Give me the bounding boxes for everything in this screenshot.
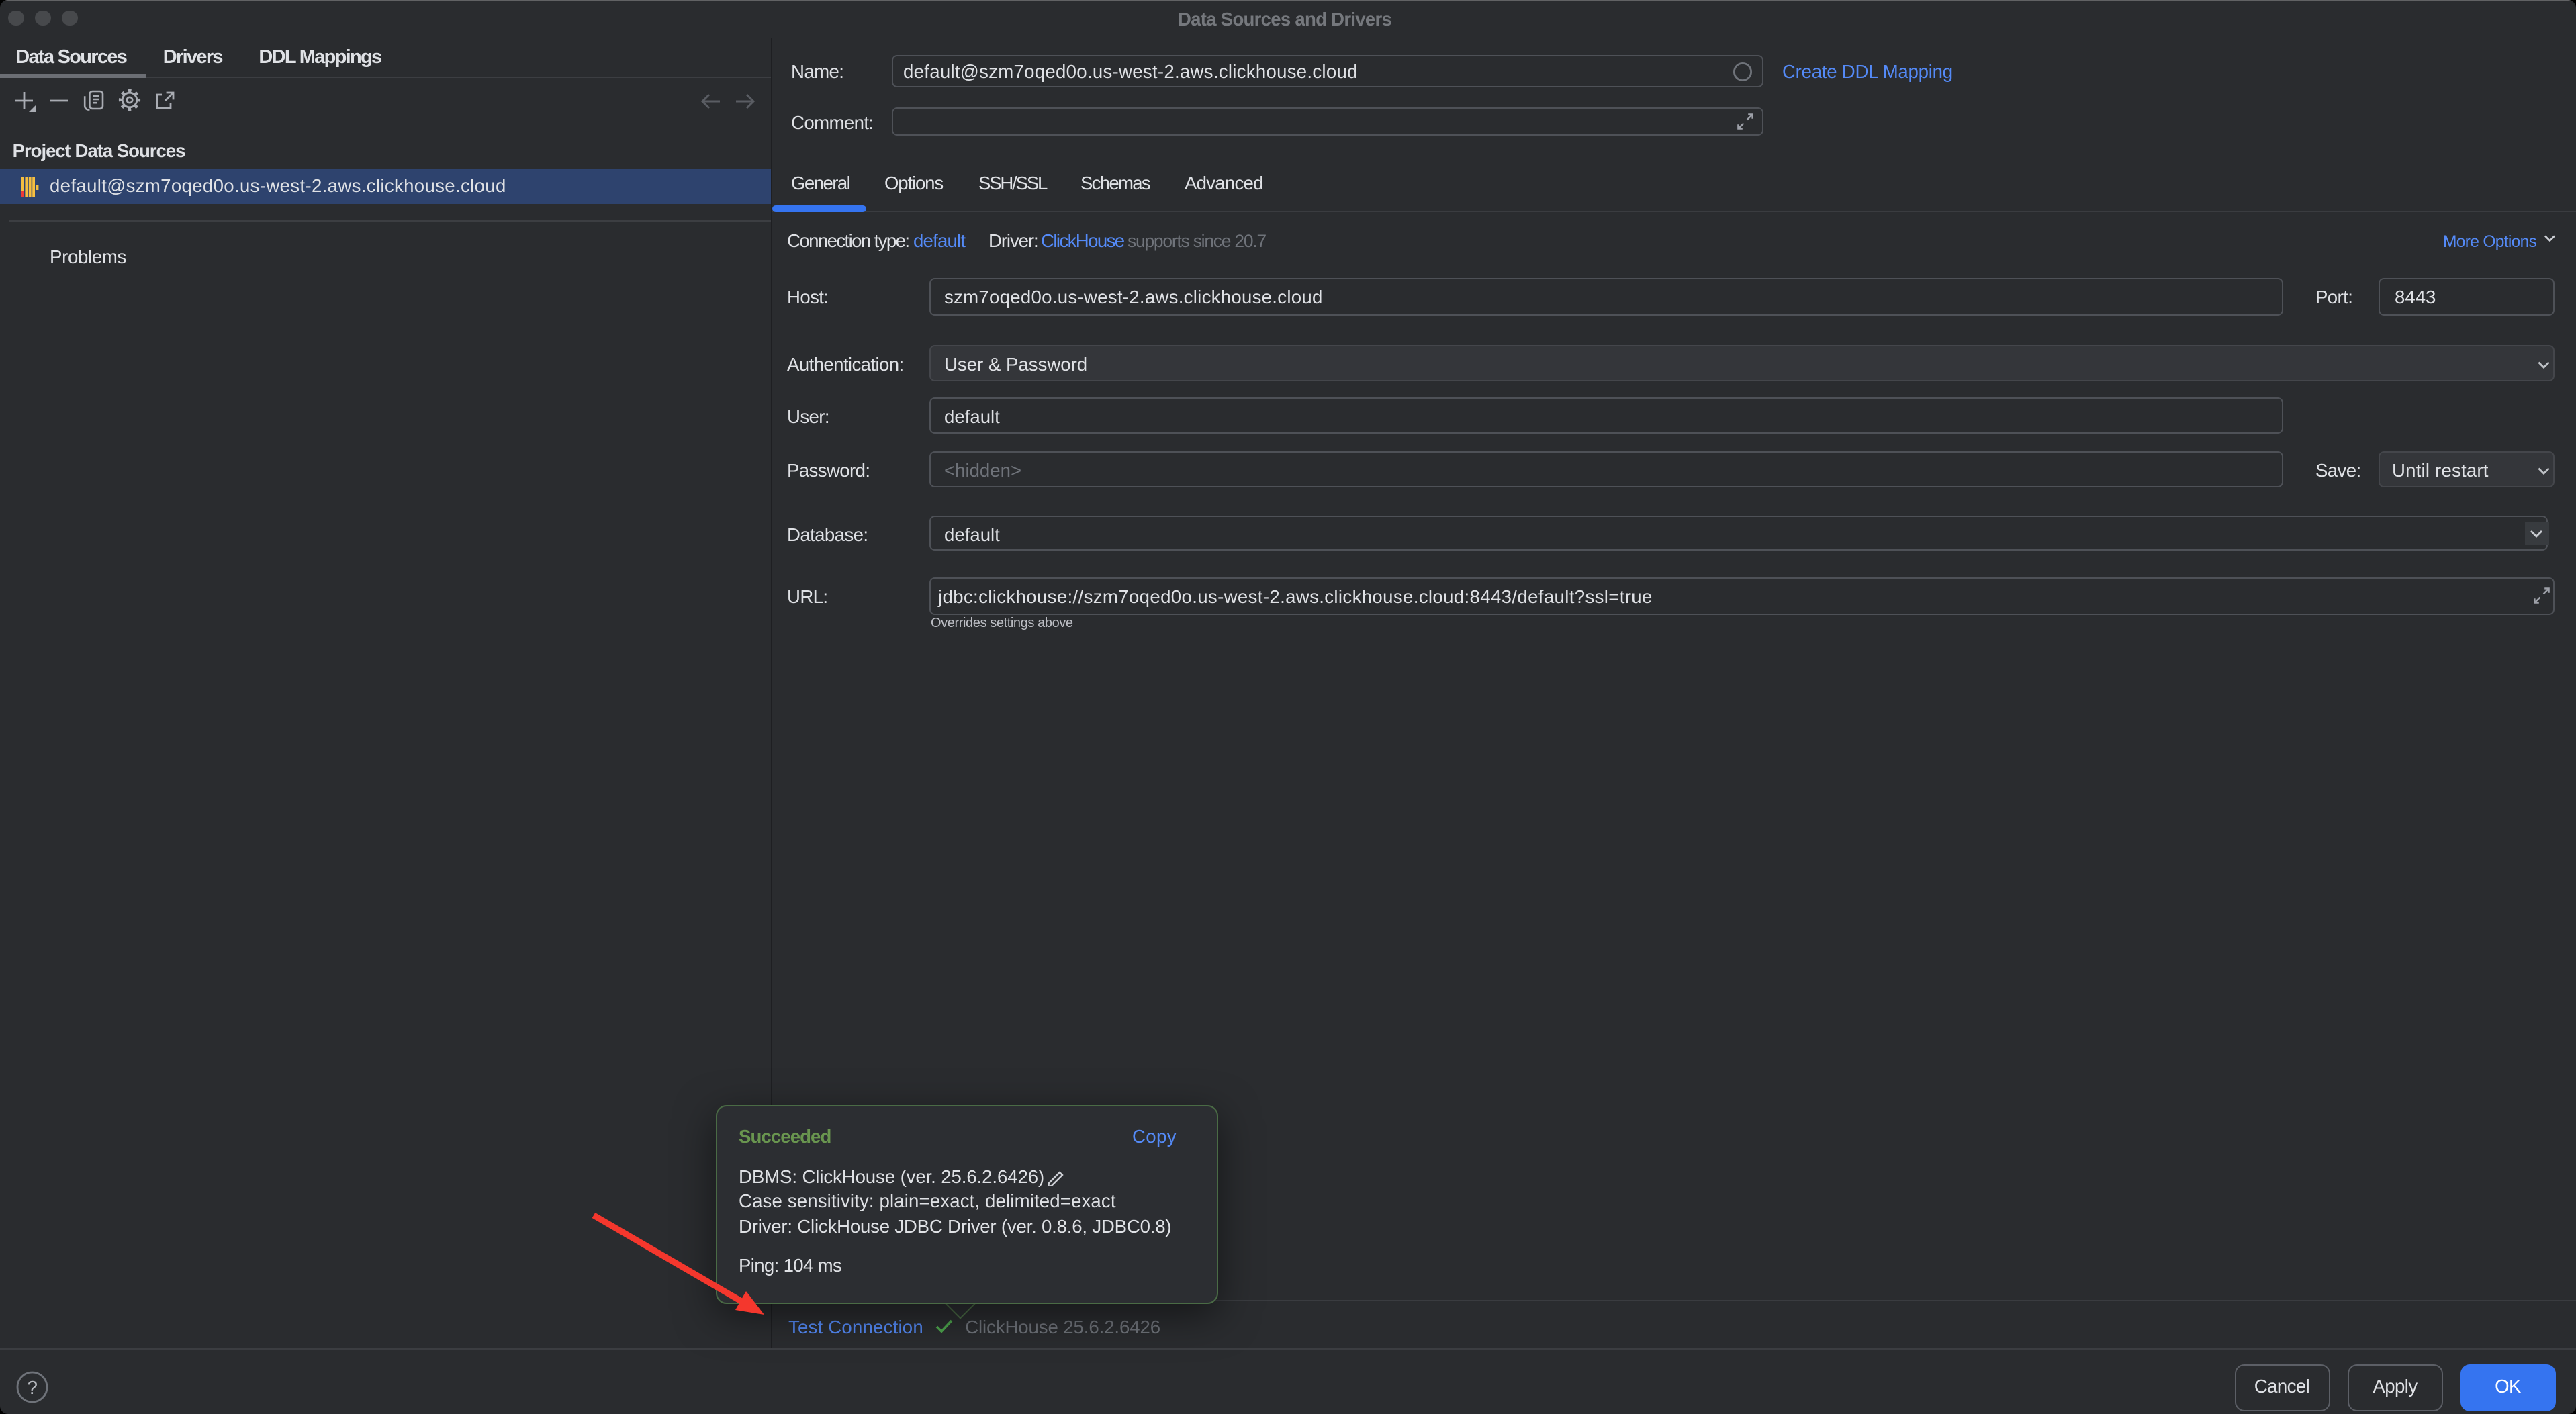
svg-text:?: ?	[27, 1377, 37, 1398]
